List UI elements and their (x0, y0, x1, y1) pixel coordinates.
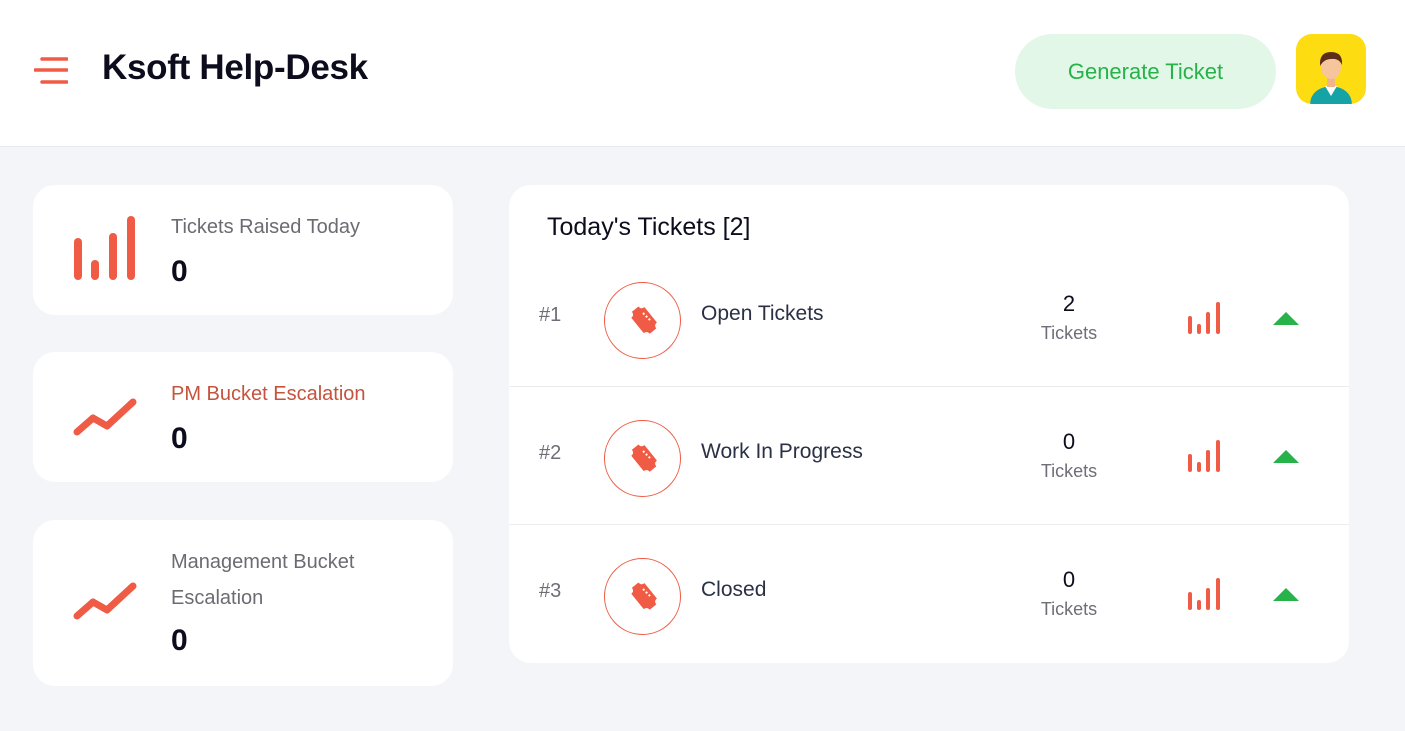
arrow-up-icon (1272, 449, 1300, 470)
ticket-row-work-in-progress[interactable]: #2 Work In Progress 0 Tickets (509, 387, 1349, 525)
trend-line-icon (73, 580, 137, 627)
ticket-row-open[interactable]: #1 Open Tickets 2 Tickets (509, 249, 1349, 387)
ticket-icon (604, 558, 681, 635)
stat-card-tickets-today[interactable]: Tickets Raised Today 0 (33, 185, 453, 315)
panel-title: Today's Tickets [2] (547, 213, 751, 241)
row-count: 2 (1062, 291, 1076, 316)
generate-ticket-button[interactable]: Generate Ticket (1015, 34, 1276, 109)
ticket-icon (604, 282, 681, 359)
top-header: Ksoft Help-Desk Generate Ticket (0, 0, 1405, 147)
stat-value: 0 (171, 624, 188, 657)
row-name: Open Tickets (701, 302, 824, 325)
bar-chart-icon (1187, 439, 1221, 478)
user-avatar-icon[interactable] (1296, 34, 1366, 104)
row-count: 0 (1062, 567, 1076, 592)
row-unit: Tickets (1040, 599, 1098, 619)
stat-label-line2: Escalation (171, 587, 264, 609)
ticket-icon (604, 420, 681, 497)
row-index: #1 (539, 304, 562, 326)
bar-chart-icon (1187, 577, 1221, 616)
stat-label: Tickets Raised Today (171, 216, 360, 238)
row-name: Closed (701, 578, 767, 601)
row-unit: Tickets (1040, 323, 1098, 343)
stat-card-pm-escalation[interactable]: PM Bucket Escalation 0 (33, 352, 453, 482)
bar-chart-icon (73, 215, 137, 286)
stat-label: PM Bucket Escalation (171, 383, 366, 405)
row-unit: Tickets (1040, 461, 1098, 481)
arrow-up-icon (1272, 311, 1300, 332)
hamburger-menu-icon[interactable] (33, 56, 69, 86)
stat-value: 0 (171, 422, 188, 455)
row-index: #3 (539, 580, 562, 602)
app-title: Ksoft Help-Desk (102, 48, 368, 87)
row-name: Work In Progress (701, 440, 863, 463)
todays-tickets-panel: Today's Tickets [2] #1 Open Tickets 2 Ti… (509, 185, 1349, 663)
stat-card-management-escalation[interactable]: Management Bucket Escalation 0 (33, 520, 453, 686)
stat-label-line1: Management Bucket (171, 551, 355, 573)
stat-value: 0 (171, 255, 188, 288)
ticket-row-closed[interactable]: #3 Closed 0 Tickets (509, 525, 1349, 663)
trend-line-icon (73, 396, 137, 443)
arrow-up-icon (1272, 587, 1300, 608)
row-count: 0 (1062, 429, 1076, 454)
bar-chart-icon (1187, 301, 1221, 340)
row-index: #2 (539, 442, 562, 464)
